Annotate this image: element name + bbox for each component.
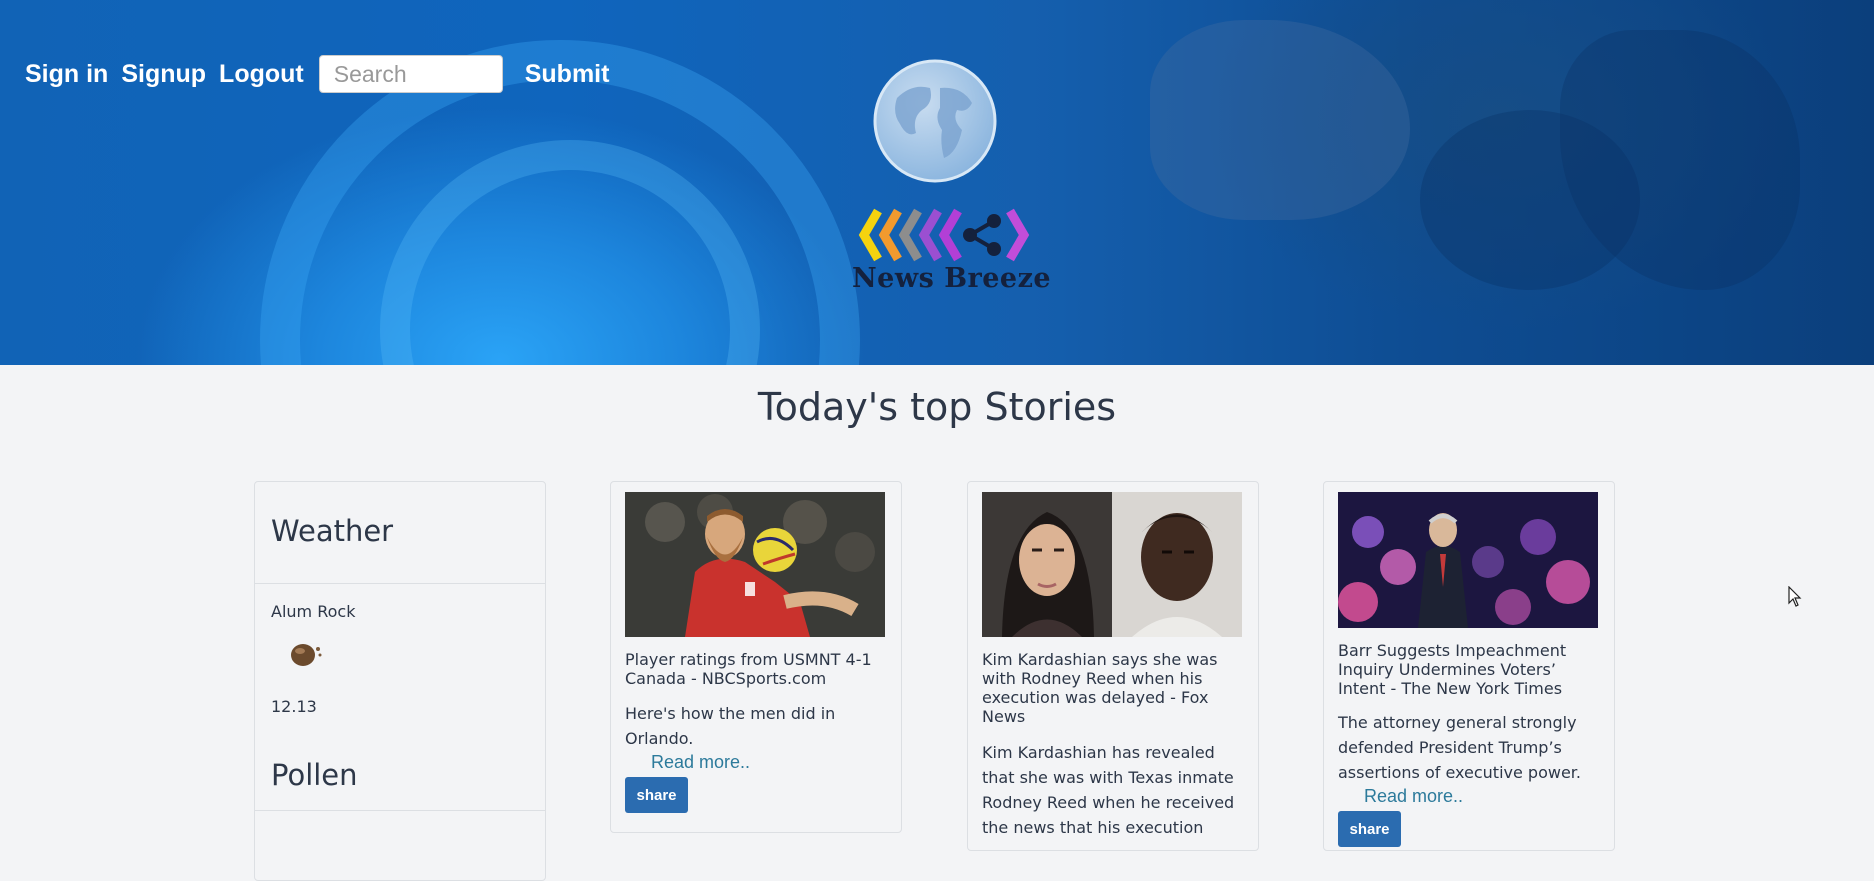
story-description: The attorney general strongly defended P… <box>1338 713 1581 782</box>
story-image[interactable] <box>625 492 885 637</box>
story-card: Kim Kardashian says she was with Rodney … <box>967 481 1259 851</box>
hero-decoration <box>1150 20 1410 220</box>
weather-city: Alum Rock <box>271 602 356 621</box>
weather-temp: 12.13 <box>271 697 317 716</box>
story-title: Player ratings from USMNT 4-1 Canada - N… <box>625 650 872 688</box>
top-nav: Sign in Signup Logout Submit <box>25 55 609 93</box>
signin-link[interactable]: Sign in <box>25 60 108 89</box>
globe-icon <box>873 59 997 183</box>
mouse-cursor-icon <box>1788 586 1802 607</box>
story-title: Kim Kardashian says she was with Rodney … <box>982 650 1218 726</box>
logout-link[interactable]: Logout <box>219 60 304 89</box>
share-button[interactable]: share <box>625 777 688 813</box>
story-card: Barr Suggests Impeachment Inquiry Underm… <box>1323 481 1615 851</box>
pollen-title: Pollen <box>271 758 358 792</box>
divider <box>255 810 545 811</box>
story-image[interactable] <box>982 492 1242 637</box>
search-input[interactable] <box>318 55 503 93</box>
read-more-link[interactable]: Read more.. <box>1364 786 1463 807</box>
story-title: Barr Suggests Impeachment Inquiry Underm… <box>1338 641 1567 698</box>
story-description: Kim Kardashian has revealed that she was… <box>982 743 1235 837</box>
logo-text: News Breeze <box>852 263 1052 294</box>
weather-card: Weather Alum Rock 12.13 Pollen <box>254 481 546 881</box>
read-more-link[interactable]: Read more.. <box>651 752 750 773</box>
submit-button[interactable]: Submit <box>525 60 610 89</box>
story-image[interactable] <box>1338 492 1598 628</box>
page-title: Today's top Stories <box>757 385 1117 429</box>
signup-link[interactable]: Signup <box>121 60 206 89</box>
story-description: Here's how the men did in Orlando. <box>625 704 836 748</box>
weather-condition-icon <box>289 641 323 667</box>
weather-title: Weather <box>271 514 394 548</box>
story-card: Player ratings from USMNT 4-1 Canada - N… <box>610 481 902 833</box>
share-button[interactable]: share <box>1338 811 1401 847</box>
